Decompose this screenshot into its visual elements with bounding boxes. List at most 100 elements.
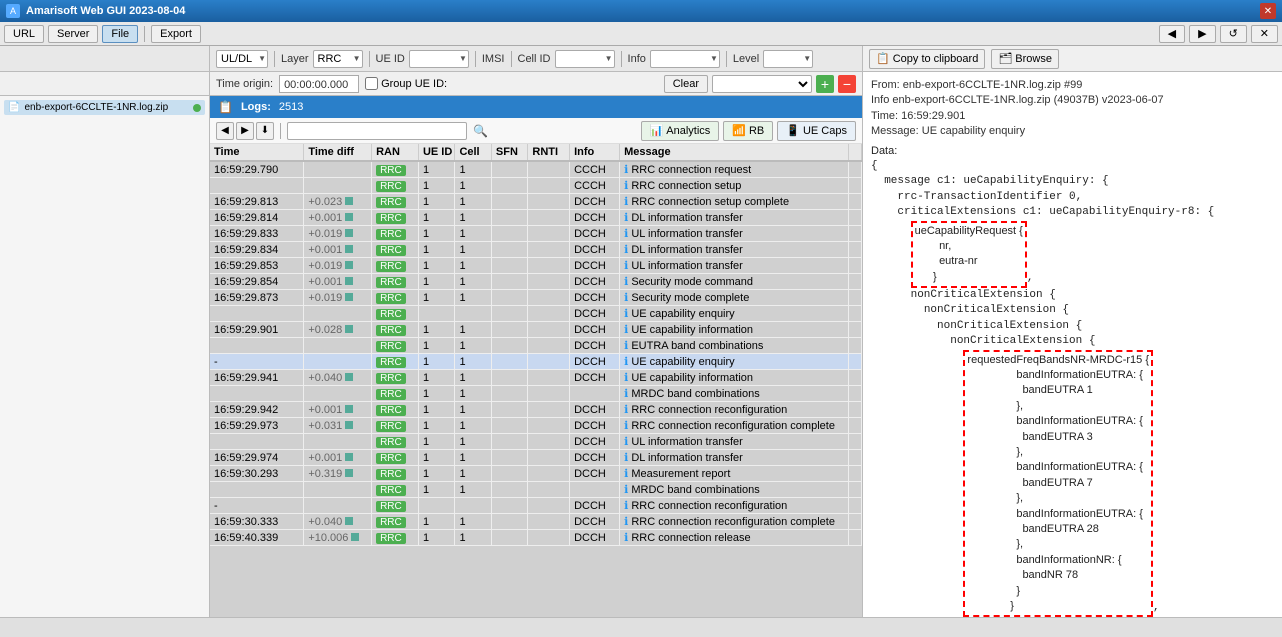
cell-scroll <box>849 354 862 370</box>
table-row[interactable]: 16:59:29.834+0.001 RRC11DCCHℹ DL informa… <box>210 242 862 258</box>
log-table-container[interactable]: Time Time diff RAN UE ID Cell SFN RNTI I… <box>210 144 862 617</box>
cell-info: DCCH <box>570 418 620 434</box>
add-filter-button[interactable]: + <box>816 75 834 93</box>
cell-info: DCCH <box>570 466 620 482</box>
data-section: Data: { message c1: ueCapabilityEnquiry:… <box>871 144 1274 617</box>
cell-timediff <box>304 498 372 514</box>
col-header-rnti: RNTI <box>528 144 570 161</box>
cell-scroll <box>849 514 862 530</box>
table-row[interactable]: 16:59:40.339+10.006 RRC11DCCHℹ RRC conne… <box>210 530 862 546</box>
cell-info: CCCH <box>570 178 620 194</box>
col-header-ran: RAN <box>372 144 419 161</box>
export-button[interactable]: Export <box>151 25 201 43</box>
col-header-sfn: SFN <box>491 144 527 161</box>
level-label: Level <box>733 53 759 65</box>
stop-button[interactable]: ✕ <box>1251 25 1278 43</box>
prev-nav-button[interactable]: ◀ <box>216 122 234 140</box>
group-ue-checkbox[interactable] <box>365 77 378 90</box>
rb-button[interactable]: 📶 RB <box>723 121 773 141</box>
analytics-button[interactable]: 📊 Analytics <box>641 121 720 141</box>
table-row[interactable]: 16:59:29.853+0.019 RRC11DCCHℹ UL informa… <box>210 258 862 274</box>
table-row[interactable]: 16:59:29.901+0.028 RRC11DCCHℹ UE capabil… <box>210 322 862 338</box>
info-dropdown[interactable] <box>650 50 720 68</box>
table-row[interactable]: RRC11DCCHℹ EUTRA band combinations <box>210 338 862 354</box>
layer-dropdown[interactable]: RRC <box>313 50 363 68</box>
cell-cell: 1 <box>455 338 491 354</box>
cell-timediff: +0.019 <box>304 226 372 242</box>
cell-time <box>210 482 304 498</box>
cell-time: 16:59:29.973 <box>210 418 304 434</box>
cell-rnti <box>528 210 570 226</box>
cell-time: 16:59:29.901 <box>210 322 304 338</box>
close-button[interactable]: ✕ <box>1260 3 1276 19</box>
file-icon: 📄 <box>8 102 20 113</box>
cell-msg: ℹ RRC connection setup <box>620 178 849 194</box>
cell-info: DCCH <box>570 306 620 322</box>
table-row[interactable]: RRC11CCCHℹ RRC connection setup <box>210 178 862 194</box>
cell-cell: 1 <box>455 354 491 370</box>
next-nav-button[interactable]: ▶ <box>236 122 254 140</box>
uecaps-button[interactable]: 📱 UE Caps <box>777 121 856 141</box>
time-origin-label: Time origin: <box>216 78 273 90</box>
server-button[interactable]: Server <box>48 25 98 43</box>
level-dropdown[interactable] <box>763 50 813 68</box>
down-nav-button[interactable]: ⬇ <box>256 122 274 140</box>
cell-msg: ℹ RRC connection reconfiguration <box>620 402 849 418</box>
cell-sfn <box>491 338 527 354</box>
copy-clipboard-button[interactable]: 📋 Copy to clipboard <box>869 49 985 69</box>
table-row[interactable]: 16:59:29.941+0.040 RRC11DCCHℹ UE capabil… <box>210 370 862 386</box>
cell-rnti <box>528 386 570 402</box>
mode-dropdown[interactable]: UL/DL <box>216 50 268 68</box>
table-row[interactable]: -RRC11DCCHℹ UE capability enquiry <box>210 354 862 370</box>
forward-button[interactable]: ▶ <box>1189 25 1215 43</box>
cell-msg: ℹ UL information transfer <box>620 434 849 450</box>
table-row[interactable]: 16:59:29.813+0.023 RRC11DCCHℹ RRC connec… <box>210 194 862 210</box>
cell-scroll <box>849 306 862 322</box>
table-row[interactable]: 16:59:29.833+0.019 RRC11DCCHℹ UL informa… <box>210 226 862 242</box>
file-button[interactable]: File <box>102 25 138 43</box>
col-header-timediff: Time diff <box>304 144 372 161</box>
table-row[interactable]: 16:59:30.293+0.319 RRC11DCCHℹ Measuremen… <box>210 466 862 482</box>
cell-ueid: 1 <box>418 290 454 306</box>
cell-scroll <box>849 418 862 434</box>
cell-timediff: +0.019 <box>304 258 372 274</box>
col-header-msg: Message <box>620 144 849 161</box>
browse-button[interactable]: 🗂 Browse <box>991 49 1059 69</box>
table-row[interactable]: 16:59:30.333+0.040 RRC11DCCHℹ RRC connec… <box>210 514 862 530</box>
remove-filter-button[interactable]: − <box>838 75 856 93</box>
table-row[interactable]: 16:59:29.974+0.001 RRC11DCCHℹ DL informa… <box>210 450 862 466</box>
search-input[interactable] <box>287 122 467 140</box>
cellid-dropdown[interactable] <box>555 50 615 68</box>
clear-button[interactable]: Clear <box>664 75 708 93</box>
back-button[interactable]: ◀ <box>1159 25 1185 43</box>
toolbar3: Time origin: 00:00:00.000 Group UE ID: C… <box>210 72 862 96</box>
log-header: 📋 Logs: 2513 <box>210 96 862 118</box>
url-button[interactable]: URL <box>4 25 44 43</box>
table-row[interactable]: 16:59:29.873+0.019 RRC11DCCHℹ Security m… <box>210 290 862 306</box>
cell-rnti <box>528 290 570 306</box>
table-row[interactable]: 16:59:29.942+0.001 RRC11DCCHℹ RRC connec… <box>210 402 862 418</box>
table-row[interactable]: 16:59:29.814+0.001 RRC11DCCHℹ DL informa… <box>210 210 862 226</box>
table-row[interactable]: 16:59:29.973+0.031 RRC11DCCHℹ RRC connec… <box>210 418 862 434</box>
table-row[interactable]: RRC11ℹ MRDC band combinations <box>210 386 862 402</box>
table-row[interactable]: RRCDCCHℹ UE capability enquiry <box>210 306 862 322</box>
cell-cell: 1 <box>455 386 491 402</box>
table-row[interactable]: 16:59:29.790RRC11CCCHℹ RRC connection re… <box>210 161 862 178</box>
cell-sfn <box>491 306 527 322</box>
cell-info: DCCH <box>570 450 620 466</box>
mode-group: UL/DL ▼ <box>216 50 268 68</box>
table-row[interactable]: RRC11ℹ MRDC band combinations <box>210 482 862 498</box>
table-row[interactable]: 16:59:29.854+0.001 RRC11DCCHℹ Security m… <box>210 274 862 290</box>
cell-rnti <box>528 226 570 242</box>
file-nav-item[interactable]: 📄 enb-export-6CCLTE-1NR.log.zip <box>4 100 205 115</box>
cell-ran: RRC <box>372 402 419 418</box>
refresh-button[interactable]: ↺ <box>1220 25 1247 43</box>
cell-info: DCCH <box>570 194 620 210</box>
cell-scroll <box>849 290 862 306</box>
table-row[interactable]: -RRCDCCHℹ RRC connection reconfiguration <box>210 498 862 514</box>
filter-dropdown[interactable] <box>712 75 812 93</box>
cell-msg: ℹ UE capability information <box>620 370 849 386</box>
ueid-dropdown[interactable] <box>409 50 469 68</box>
table-row[interactable]: RRC11DCCHℹ UL information transfer <box>210 434 862 450</box>
cell-scroll <box>849 322 862 338</box>
